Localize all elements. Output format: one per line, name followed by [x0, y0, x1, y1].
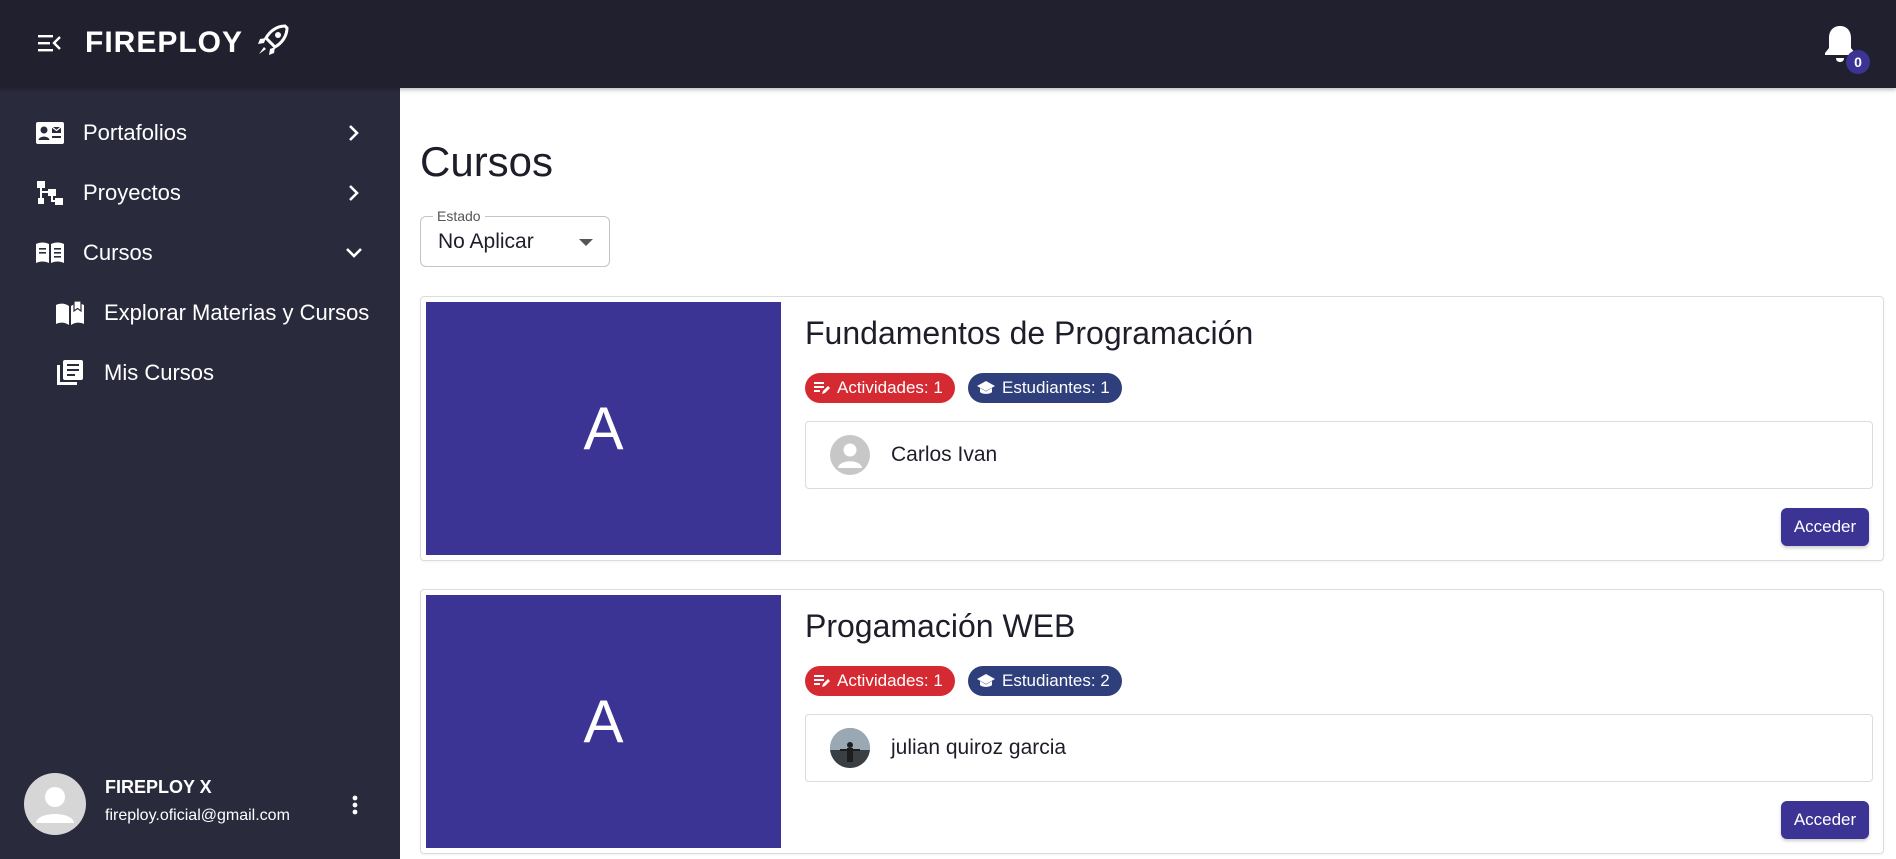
notifications-bell-icon[interactable]: 0 [1820, 22, 1870, 74]
activities-badge: Actividades: 1 [805, 666, 955, 696]
dropdown-arrow-icon [579, 239, 593, 246]
book-explore-icon [54, 298, 86, 328]
estado-select[interactable]: Estado No Aplicar [420, 208, 610, 267]
library-books-icon [54, 358, 86, 388]
course-title: Fundamentos de Programación [805, 315, 1254, 351]
brand-logo[interactable]: FIREPLOY [85, 22, 291, 63]
course-thumbnail: A [426, 595, 781, 848]
teacher-name: julian quiroz garcia [891, 736, 1067, 759]
teacher-item[interactable]: julian quiroz garcia [805, 714, 1873, 782]
open-book-icon [34, 238, 66, 268]
activities-badge: Actividades: 1 [805, 373, 955, 403]
sidebar: Portafolios Proyectos Cursos Explorar Ma… [0, 88, 400, 859]
sidebar-subitem-explorar[interactable]: Explorar Materias y Cursos [0, 283, 400, 343]
access-button[interactable]: Acceder [1781, 801, 1869, 839]
course-card: A Progamación WEB Actividades: 1 Estudia… [420, 589, 1884, 854]
sidebar-item-label: Cursos [83, 240, 153, 265]
chevron-down-icon [340, 239, 368, 267]
page-title: Cursos [420, 138, 554, 185]
portfolio-card-icon [34, 118, 66, 148]
user-email: fireploy.oficial@gmail.com [105, 807, 290, 824]
teacher-item[interactable]: Carlos Ivan [805, 421, 1873, 489]
user-avatar[interactable] [24, 773, 86, 835]
user-name: FIREPLOY X [105, 777, 212, 797]
teacher-name: Carlos Ivan [891, 443, 998, 466]
access-button[interactable]: Acceder [1781, 508, 1869, 546]
school-cap-icon [977, 381, 995, 394]
main-content: Cursos Estado No Aplicar A Fundamentos d… [400, 88, 1896, 859]
menu-collapse-icon[interactable] [34, 30, 64, 56]
user-profile: FIREPLOY X fireploy.oficial@gmail.com [0, 759, 400, 859]
students-badge: Estudiantes: 1 [968, 373, 1122, 403]
more-vert-icon[interactable] [343, 787, 367, 823]
chevron-right-icon [340, 179, 368, 207]
top-app-bar: FIREPLOY 0 [0, 0, 1896, 88]
sidebar-item-portafolios[interactable]: Portafolios [0, 103, 400, 163]
sidebar-item-label: Portafolios [83, 120, 187, 145]
school-cap-icon [977, 674, 995, 687]
course-title: Progamación WEB [805, 608, 1076, 644]
teacher-avatar [830, 435, 870, 475]
sidebar-subitem-mis-cursos[interactable]: Mis Cursos [0, 343, 400, 403]
teacher-avatar-photo [830, 728, 870, 768]
students-badge: Estudiantes: 2 [968, 666, 1122, 696]
course-card: A Fundamentos de Programación Actividade… [420, 296, 1884, 561]
sidebar-item-label: Mis Cursos [104, 360, 215, 385]
rocket-icon [255, 22, 291, 63]
estado-select-value: No Aplicar [438, 230, 534, 253]
brand-name: FIREPLOY [85, 25, 244, 59]
edit-list-icon [814, 675, 830, 687]
sidebar-item-label: Explorar Materias y Cursos [104, 300, 370, 325]
edit-list-icon [814, 382, 830, 394]
sidebar-item-proyectos[interactable]: Proyectos [0, 163, 400, 223]
students-badge-text: Estudiantes: 1 [1002, 378, 1110, 397]
course-thumbnail: A [426, 302, 781, 555]
activities-badge-text: Actividades: 1 [837, 378, 943, 397]
chevron-right-icon [340, 119, 368, 147]
sidebar-item-label: Proyectos [83, 180, 181, 205]
sidebar-item-cursos[interactable]: Cursos [0, 223, 400, 283]
estado-select-label: Estado [433, 208, 485, 224]
notifications-count-badge: 0 [1846, 50, 1870, 74]
students-badge-text: Estudiantes: 2 [1002, 671, 1110, 690]
project-tree-icon [34, 178, 66, 208]
activities-badge-text: Actividades: 1 [837, 671, 943, 690]
